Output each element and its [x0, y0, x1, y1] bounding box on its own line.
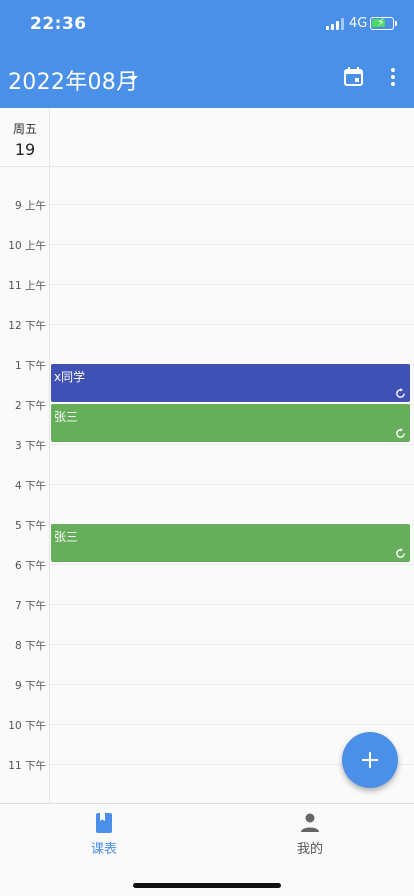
nav-tab-label: 我的 — [296, 842, 323, 857]
battery-tip — [395, 21, 397, 26]
network-type: 4G — [349, 16, 368, 31]
hour-gridline — [50, 284, 414, 285]
nav-tab-label: 课表 — [90, 842, 117, 857]
home-indicator[interactable] — [133, 883, 281, 888]
hour-gridline — [50, 564, 414, 565]
hour-label: 4 下午 — [14, 480, 46, 492]
app-header: 22:36 4G ⚡ 2022年08月 — [0, 0, 414, 108]
event-title: x同学 — [54, 370, 86, 384]
event-title: 张三 — [54, 530, 79, 544]
caret-down-icon[interactable] — [128, 76, 138, 81]
month-title[interactable]: 2022年08月 — [8, 64, 138, 96]
nav-tab-mine[interactable]: 我的 — [260, 812, 360, 857]
hour-gridline — [50, 324, 414, 325]
course-event-x-tongxue[interactable]: x同学 — [51, 364, 410, 402]
day-number: 19 — [14, 140, 36, 159]
time-axis-divider — [49, 108, 50, 803]
repeat-icon — [396, 428, 405, 438]
hour-label: 9 下午 — [14, 680, 46, 692]
hour-gridline — [50, 724, 414, 725]
hour-gridline — [50, 484, 414, 485]
calendar-icon[interactable] — [344, 67, 363, 86]
hour-label: 3 下午 — [14, 440, 46, 452]
hour-gridline — [50, 604, 414, 605]
status-bar: 22:36 4G ⚡ — [0, 0, 414, 48]
hour-gridline — [50, 644, 414, 645]
course-event-zhangsan[interactable]: 张三 — [51, 404, 410, 442]
hour-label: 8 下午 — [14, 640, 46, 652]
hour-label: 11 下午 — [8, 760, 46, 772]
hour-label: 10 下午 — [8, 720, 46, 732]
status-time: 22:36 — [30, 14, 87, 34]
day-header: 周五 19 — [0, 108, 50, 166]
hour-label: 5 下午 — [14, 520, 46, 532]
book-icon — [96, 813, 112, 833]
battery-icon: ⚡ — [370, 16, 394, 30]
hour-gridline — [50, 684, 414, 685]
day-header-divider — [0, 166, 414, 167]
repeat-icon — [396, 388, 405, 398]
event-title: 张三 — [54, 410, 79, 424]
nav-tab-schedule[interactable]: 课表 — [54, 812, 154, 857]
hour-gridline — [50, 204, 414, 205]
weekday-label: 周五 — [12, 122, 37, 136]
hour-label: 12 下午 — [8, 320, 46, 332]
hour-label: 7 下午 — [14, 600, 46, 612]
hour-label: 10 上午 — [8, 240, 46, 252]
more-vertical-icon[interactable] — [391, 68, 395, 86]
hour-label: 9 上午 — [14, 200, 46, 212]
signal-icon — [326, 18, 344, 30]
hour-label: 1 下午 — [14, 360, 46, 372]
hour-label: 11 上午 — [8, 280, 46, 292]
hour-label: 6 下午 — [14, 560, 46, 572]
add-course-button[interactable] — [342, 732, 398, 788]
hour-gridline — [50, 244, 414, 245]
hour-label: 2 下午 — [14, 400, 46, 412]
hour-gridline — [50, 444, 414, 445]
course-event-zhangsan[interactable]: 张三 — [51, 524, 410, 562]
person-icon — [301, 813, 319, 832]
repeat-icon — [396, 548, 405, 558]
